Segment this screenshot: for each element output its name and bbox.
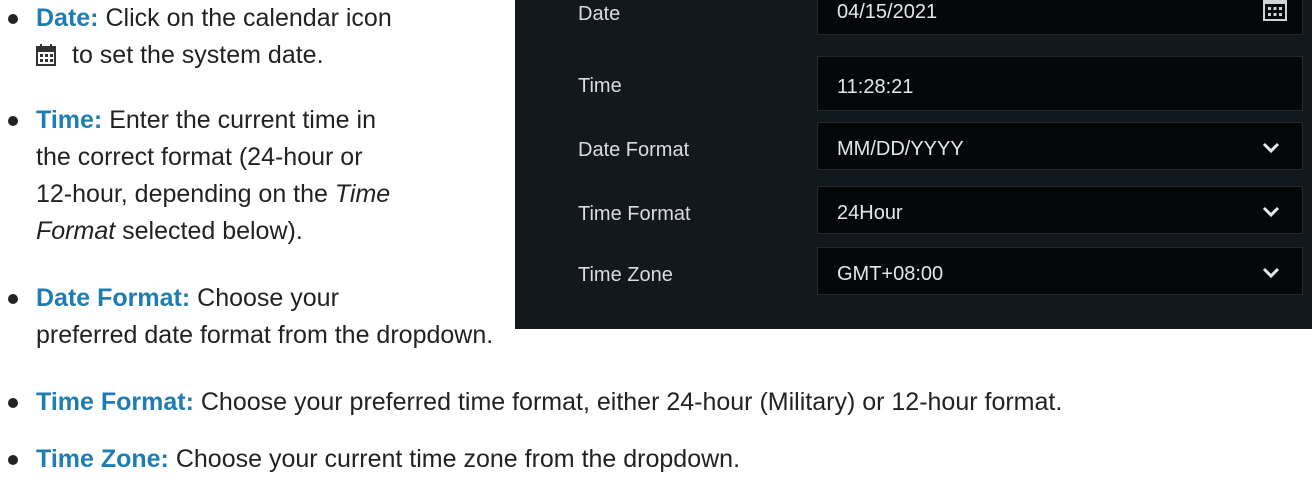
time-row: Time 11:28:21 [515, 52, 1312, 111]
instruction-text: Enter the current time in [109, 106, 376, 134]
instruction-text: Choose your preferred time format, eithe… [200, 388, 1063, 416]
term-date: Date: [36, 4, 99, 32]
instruction-text: the correct format (24-hour or [36, 143, 363, 171]
calendar-icon [36, 40, 56, 66]
instruction-time-zone: Time Zone: Choose your current time zone… [0, 441, 1000, 481]
time-value: 11:28:21 [837, 76, 914, 98]
instruction-text: preferred date format from the dropdown. [36, 321, 494, 349]
time-format-value: 24Hour [837, 202, 903, 224]
term-time: Time: [36, 106, 103, 134]
instruction-text: Choose your current time zone from the d… [175, 445, 741, 473]
bullet-dot [8, 14, 18, 24]
instruction-time-format: Time Format: Choose your preferred time … [0, 384, 1312, 424]
term-time-zone: Time Zone: [36, 445, 169, 473]
instruction-text: 12-hour, depending on the [36, 180, 335, 208]
date-row: Date 04/15/2021 [515, 0, 1312, 48]
chevron-down-icon [1262, 205, 1280, 218]
bullet-dot [8, 398, 18, 408]
instruction-text: selected below). [115, 217, 303, 245]
date-format-row: Date Format MM/DD/YYYY [515, 122, 1312, 178]
instruction-emphasis: Format [36, 217, 116, 245]
time-format-row: Time Format 24Hour [515, 186, 1312, 242]
date-format-select[interactable]: MM/DD/YYYY [817, 122, 1303, 170]
instruction-text: Click on the calendar icon [105, 4, 392, 32]
time-zone-label: Time Zone [578, 264, 673, 286]
instruction-date: Date: Click on the calendar icon to set … [0, 0, 500, 80]
instruction-emphasis: Time [334, 180, 391, 208]
settings-panel: Date 04/15/2021 Time 11:28:21 Date Forma… [515, 0, 1312, 329]
bullet-dot [8, 294, 18, 304]
term-time-format: Time Format: [36, 388, 194, 416]
time-zone-value: GMT+08:00 [837, 263, 944, 285]
time-field[interactable]: 11:28:21 [817, 56, 1303, 111]
time-format-label: Time Format [578, 203, 691, 225]
time-zone-row: Time Zone GMT+08:00 [515, 247, 1312, 303]
bullet-dot [8, 455, 18, 465]
chevron-down-icon [1262, 266, 1280, 279]
time-format-select[interactable]: 24Hour [817, 186, 1303, 234]
instruction-time: Time: Enter the current time in the corr… [0, 102, 500, 252]
date-format-value: MM/DD/YYYY [837, 138, 964, 160]
date-label: Date [578, 3, 621, 25]
instruction-text: to set the system date. [72, 41, 324, 69]
time-label: Time [578, 75, 622, 97]
chevron-down-icon [1262, 141, 1280, 154]
instruction-text: Choose your [197, 284, 339, 312]
date-field[interactable]: 04/15/2021 [817, 0, 1303, 35]
bullet-dot [8, 116, 18, 126]
calendar-icon[interactable] [1262, 0, 1288, 22]
term-date-format: Date Format: [36, 284, 191, 312]
time-zone-select[interactable]: GMT+08:00 [817, 247, 1303, 295]
date-value: 04/15/2021 [837, 1, 938, 23]
date-format-label: Date Format [578, 139, 690, 161]
